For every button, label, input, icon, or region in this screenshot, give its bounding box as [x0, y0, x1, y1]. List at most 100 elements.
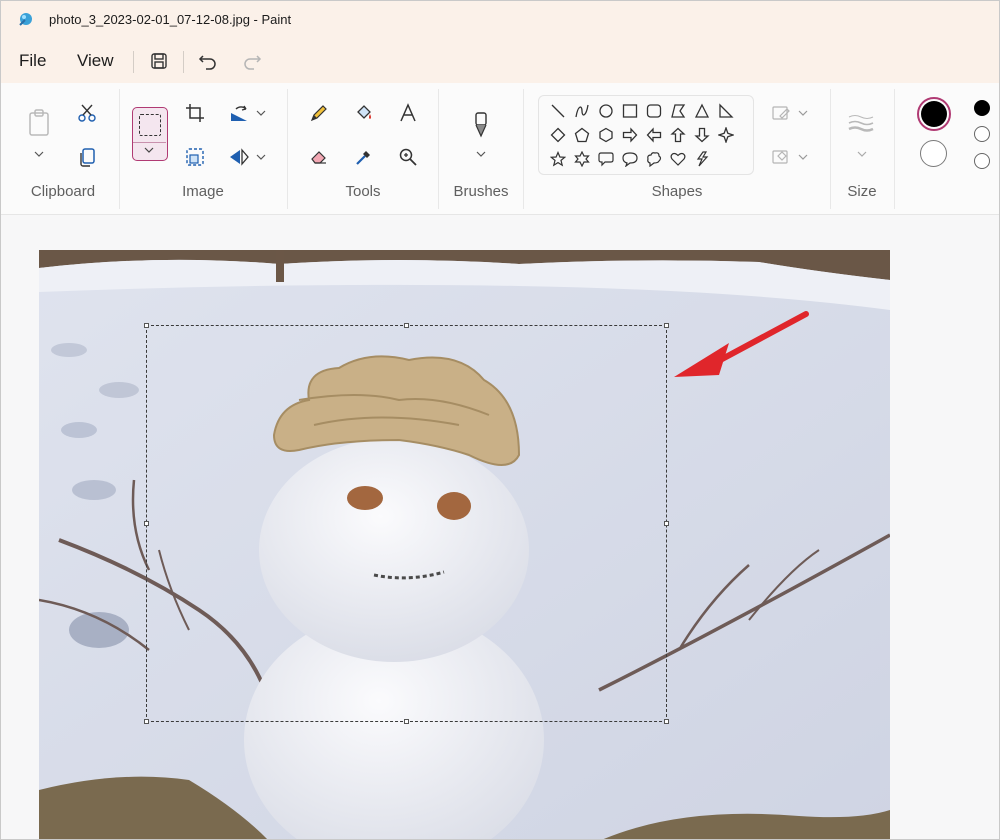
- four-point-star-shape-icon[interactable]: [715, 124, 737, 146]
- paste-chevron-down-icon[interactable]: [33, 149, 45, 159]
- outline-chevron-down-icon[interactable]: [797, 108, 809, 118]
- brush-icon: [475, 112, 487, 138]
- selection-handle-top[interactable]: [404, 323, 409, 328]
- primary-color-swatch[interactable]: [917, 97, 951, 131]
- fill-bucket-icon: [772, 150, 788, 164]
- line-shape-icon[interactable]: [547, 100, 569, 122]
- down-arrow-shape-icon[interactable]: [691, 124, 713, 146]
- flip-chevron-down-icon[interactable]: [255, 152, 267, 162]
- size-chevron-down-icon[interactable]: [856, 149, 868, 159]
- palette-color-black[interactable]: [974, 100, 990, 116]
- curve-shape-icon[interactable]: [571, 100, 593, 122]
- pentagon-shape-icon[interactable]: [571, 124, 593, 146]
- color-picker-button[interactable]: [348, 141, 380, 173]
- tools-group-label: Tools: [345, 183, 381, 200]
- pencil-icon: [310, 105, 327, 122]
- resize-icon: [186, 148, 204, 166]
- pencil-button[interactable]: [303, 97, 335, 129]
- rotate-icon: [231, 105, 247, 121]
- image-group-label: Image: [182, 183, 224, 200]
- menu-divider: [133, 51, 134, 73]
- polygon-shape-icon[interactable]: [667, 100, 689, 122]
- eraser-button[interactable]: [303, 141, 335, 173]
- shape-outline-button[interactable]: [765, 97, 797, 129]
- brushes-chevron-down-icon[interactable]: [475, 149, 487, 159]
- group-separator: [894, 89, 895, 209]
- oval-callout-shape-icon[interactable]: [619, 148, 641, 170]
- eyedropper-icon: [356, 151, 370, 165]
- scissors-icon: [78, 104, 96, 122]
- rotate-chevron-down-icon[interactable]: [255, 108, 267, 118]
- select-tool-button[interactable]: [132, 107, 168, 161]
- paste-icon: [29, 109, 49, 136]
- undo-icon: [198, 55, 216, 70]
- chevron-down-icon: [144, 147, 154, 153]
- paint-bucket-icon: [357, 105, 371, 119]
- zoom-icon: [399, 148, 417, 166]
- group-separator: [287, 89, 288, 209]
- palette-color-white[interactable]: [974, 126, 990, 142]
- view-menu[interactable]: View: [77, 51, 114, 71]
- crop-icon: [186, 104, 204, 122]
- selection-handle-left[interactable]: [144, 521, 149, 526]
- six-point-star-shape-icon[interactable]: [571, 148, 593, 170]
- paint-app-icon: [19, 13, 32, 26]
- group-separator: [523, 89, 524, 209]
- selection-handle-right[interactable]: [664, 521, 669, 526]
- save-button[interactable]: [144, 47, 174, 75]
- hexagon-shape-icon[interactable]: [595, 124, 617, 146]
- shapes-gallery: [538, 95, 754, 175]
- rotate-button[interactable]: [223, 97, 255, 129]
- file-menu[interactable]: File: [19, 51, 46, 71]
- selection-handle-bottom-right[interactable]: [664, 719, 669, 724]
- resize-button[interactable]: [179, 141, 211, 173]
- copy-icon: [80, 148, 95, 167]
- menu-divider: [183, 51, 184, 73]
- oval-shape-icon[interactable]: [595, 100, 617, 122]
- selection-marquee[interactable]: [144, 323, 669, 724]
- left-arrow-shape-icon[interactable]: [643, 124, 665, 146]
- menu-bar: File View: [1, 39, 999, 83]
- cloud-callout-shape-icon[interactable]: [643, 148, 665, 170]
- up-arrow-shape-icon[interactable]: [667, 124, 689, 146]
- redo-button[interactable]: [237, 47, 267, 75]
- window-title: photo_3_2023-02-01_07-12-08.jpg - Paint: [49, 12, 292, 27]
- selection-handle-bottom-left[interactable]: [144, 719, 149, 724]
- text-button[interactable]: [392, 97, 424, 129]
- size-button[interactable]: [845, 107, 877, 139]
- selection-handle-bottom[interactable]: [404, 719, 409, 724]
- right-triangle-shape-icon[interactable]: [715, 100, 737, 122]
- title-bar: photo_3_2023-02-01_07-12-08.jpg - Paint: [1, 1, 999, 39]
- shape-fill-button[interactable]: [765, 141, 797, 173]
- fill-chevron-down-icon[interactable]: [797, 152, 809, 162]
- brushes-group-label: Brushes: [453, 183, 509, 200]
- save-icon: [151, 53, 167, 69]
- five-point-star-shape-icon[interactable]: [547, 148, 569, 170]
- heart-shape-icon[interactable]: [667, 148, 689, 170]
- text-icon: [400, 103, 416, 122]
- paint-window: photo_3_2023-02-01_07-12-08.jpg - Paint …: [0, 0, 1000, 840]
- secondary-color-swatch[interactable]: [920, 140, 947, 167]
- palette-color-empty[interactable]: [974, 153, 990, 169]
- right-arrow-shape-icon[interactable]: [619, 124, 641, 146]
- selection-handle-top-left[interactable]: [144, 323, 149, 328]
- selection-handle-top-right[interactable]: [664, 323, 669, 328]
- lightning-shape-icon[interactable]: [691, 148, 713, 170]
- flip-button[interactable]: [223, 141, 255, 173]
- fill-button[interactable]: [348, 97, 380, 129]
- rectangle-shape-icon[interactable]: [619, 100, 641, 122]
- diamond-shape-icon[interactable]: [547, 124, 569, 146]
- ribbon-toolbar: Clipboard Image Tools Brushes Shapes Siz…: [1, 83, 999, 215]
- brushes-button[interactable]: [465, 109, 497, 141]
- magnifier-button[interactable]: [392, 141, 424, 173]
- cut-button[interactable]: [71, 97, 103, 129]
- eraser-icon: [311, 151, 326, 164]
- primary-color-dot: [921, 101, 947, 127]
- rounded-rectangle-shape-icon[interactable]: [643, 100, 665, 122]
- rounded-callout-shape-icon[interactable]: [595, 148, 617, 170]
- undo-button[interactable]: [193, 47, 223, 75]
- paste-button[interactable]: [23, 107, 55, 139]
- copy-button[interactable]: [71, 141, 103, 173]
- crop-button[interactable]: [179, 97, 211, 129]
- triangle-shape-icon[interactable]: [691, 100, 713, 122]
